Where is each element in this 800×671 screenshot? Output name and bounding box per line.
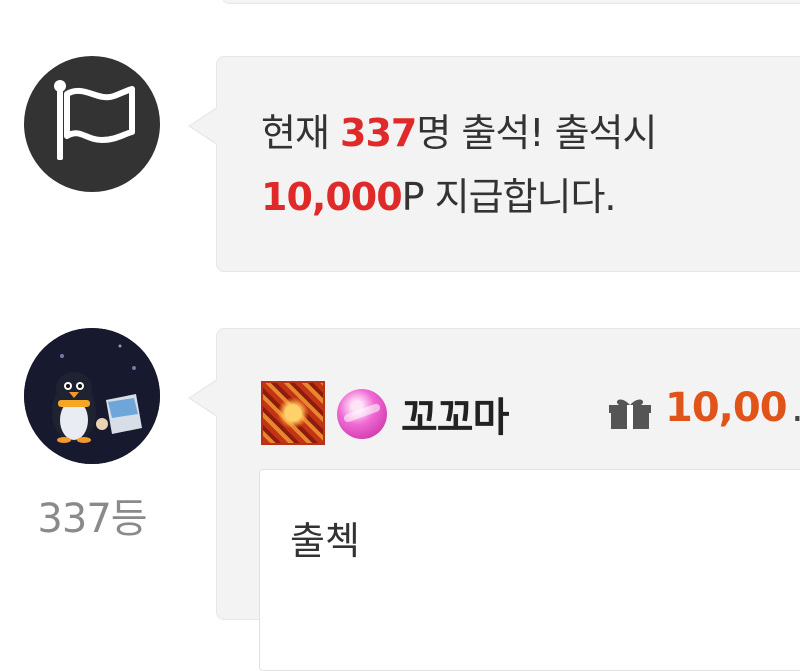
notice-mid: 명 출석! 출석시 [416, 111, 657, 155]
level-badge-icon [261, 381, 325, 445]
attendance-rank: 337등 [37, 496, 147, 542]
notice-text: 현재 337명 출석! 출석시 10,000P 지급합니다. [261, 101, 657, 229]
reward-points: 10,000 [261, 175, 403, 219]
gift-icon [609, 399, 651, 429]
post-points: 10,00 [665, 385, 788, 431]
gem-icon [337, 389, 387, 439]
author-nickname[interactable]: 꼬꼬마 [401, 385, 509, 443]
attendance-notice: 현재 337명 출석! 출석시 10,000P 지급합니다. [188, 56, 800, 272]
penguin-avatar-image [24, 328, 160, 464]
previous-card [222, 0, 800, 4]
points-ellipsis: ... [791, 385, 800, 431]
flag-icon [54, 80, 135, 160]
attendance-count: 337 [340, 111, 417, 155]
notice-prefix: 현재 [261, 111, 340, 155]
comment-text: 출첵 [290, 519, 360, 563]
user-avatar[interactable] [24, 328, 160, 464]
notice-avatar [24, 56, 160, 192]
comment-box: 출첵 [259, 469, 800, 671]
attendance-post: 꼬꼬마 10,00 ... 출첵 [188, 328, 800, 671]
notice-suffix: P 지급합니다. [401, 175, 617, 219]
